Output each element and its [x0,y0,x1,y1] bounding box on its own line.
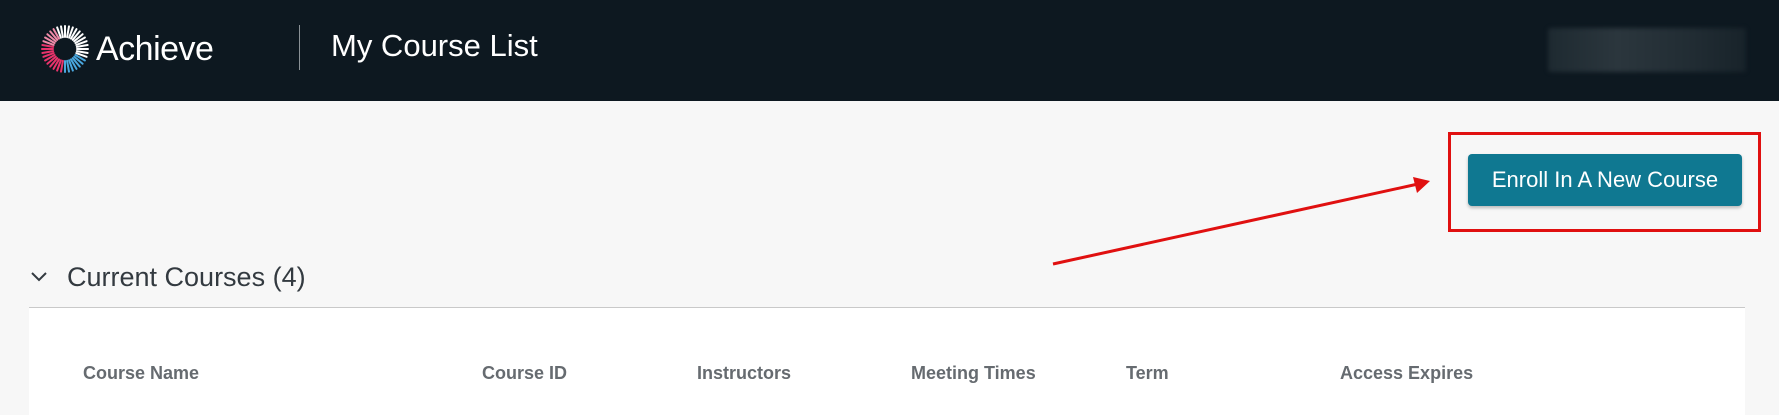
logo-ray [60,25,64,39]
logo-ray [66,25,70,39]
courses-table [29,308,1745,415]
chevron-down-icon[interactable] [29,267,49,287]
logo-ray [60,59,64,73]
logo-ray [75,50,89,54]
column-header-course-name[interactable]: Course Name [83,363,199,384]
achieve-logo[interactable]: Achieve [40,24,214,74]
section-title: Current Courses (4) [67,261,306,292]
column-header-term[interactable]: Term [1126,363,1169,384]
logo-ray [66,59,70,73]
column-header-access-expires[interactable]: Access Expires [1340,363,1473,384]
logo-ray [41,44,55,48]
top-header: Achieve My Course List [0,0,1779,101]
column-header-instructors[interactable]: Instructors [697,363,791,384]
burst-ring-logo-icon [41,25,89,73]
logo-ray [75,44,89,48]
annotation-highlight-box [1448,132,1761,232]
logo-ray [41,50,55,54]
header-divider [299,25,300,70]
current-courses-header[interactable]: Current Courses (4) [29,262,306,292]
column-header-course-id[interactable]: Course ID [482,363,567,384]
page-title: My Course List [331,28,538,63]
user-menu-redacted[interactable] [1548,28,1746,72]
logo-text: Achieve [96,29,214,68]
column-header-meeting-times[interactable]: Meeting Times [911,363,1036,384]
